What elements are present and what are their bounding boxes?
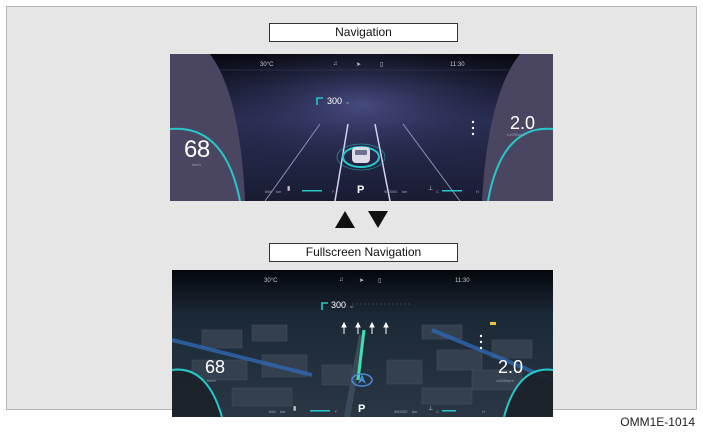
fullscreen-turn-distance: 300 xyxy=(331,300,347,310)
down-arrow-icon xyxy=(368,211,388,228)
fullscreen-coolant-icon: ⊥ xyxy=(428,406,434,412)
fullscreen-odometer-unit: km xyxy=(412,409,418,414)
odometer-readout: 980000 xyxy=(384,189,398,194)
fullscreen-rpm-readout: 2.0 xyxy=(498,357,524,377)
fullscreen-range-readout: 666 xyxy=(269,409,276,414)
fuel-icon: ▮ xyxy=(287,186,291,192)
odometer-unit: km xyxy=(402,189,408,194)
fullscreen-speed-readout: 68 xyxy=(205,357,226,377)
fullscreen-range-unit: km xyxy=(280,409,286,414)
up-arrow-icon xyxy=(335,211,355,228)
fullscreen-clock-readout: 11:30 xyxy=(455,278,470,284)
fullscreen-music-icon: ♫ xyxy=(339,277,344,283)
fullscreen-temperature-readout: 30°C xyxy=(264,278,278,284)
fullscreen-navigation-mode-label: Fullscreen Navigation xyxy=(269,243,458,262)
navigation-arrow-icon: ➤ xyxy=(356,62,362,68)
fullscreen-odometer-readout: 980000 xyxy=(394,409,408,414)
music-icon: ♫ xyxy=(333,61,338,67)
fullscreen-navigation-arrow-icon: ➤ xyxy=(359,278,365,284)
fullscreen-temp-cold-label: C xyxy=(436,409,439,414)
gear-indicator: P xyxy=(357,184,365,196)
coolant-icon: ⊥ xyxy=(428,186,434,192)
fullscreen-temp-hot-label: H xyxy=(482,409,485,414)
rpm-readout: 2.0 xyxy=(510,113,536,133)
temp-hot-label: H xyxy=(476,189,479,194)
phone-icon: ▯ xyxy=(380,62,384,68)
fullscreen-fuel-icon: ▮ xyxy=(293,406,297,412)
fullscreen-rpm-unit: x1000rpm xyxy=(496,378,514,383)
fullscreen-gear-indicator: P xyxy=(358,403,366,415)
figure-code: OMM1E-1014 xyxy=(620,415,695,429)
turn-distance-unit: m xyxy=(346,100,350,105)
rpm-unit: x1000rpm xyxy=(507,132,525,137)
fullscreen-fuel-full-label: F xyxy=(335,409,338,414)
temp-cold-label: C xyxy=(436,189,439,194)
speed-readout: 68 xyxy=(184,136,210,163)
temperature-readout: 30°C xyxy=(260,62,274,68)
navigation-cluster-graphic xyxy=(170,54,553,201)
turn-distance: 300 xyxy=(327,96,343,106)
range-unit: km xyxy=(276,189,282,194)
fullscreen-phone-icon: ▯ xyxy=(378,278,382,284)
fullscreen-turn-distance-unit: m xyxy=(350,304,354,309)
fullscreen-map-graphic xyxy=(172,270,553,417)
navigation-cluster-screen: 30°C ♫ ➤ ▯ 11:30 300 m 68 km/h 2.0 x1000… xyxy=(170,54,553,201)
clock-readout: 11:30 xyxy=(450,62,465,68)
fullscreen-navigation-cluster-screen: 30°C ♫ ➤ ▯ 11:30 300 m 68 km/h 2.0 x1000… xyxy=(172,270,553,417)
fuel-full-label: F xyxy=(332,189,335,194)
speed-unit: km/h xyxy=(192,162,201,167)
navigation-mode-label: Navigation xyxy=(269,23,458,42)
range-readout: 666 xyxy=(265,189,272,194)
fullscreen-speed-unit: km/h xyxy=(207,378,216,383)
